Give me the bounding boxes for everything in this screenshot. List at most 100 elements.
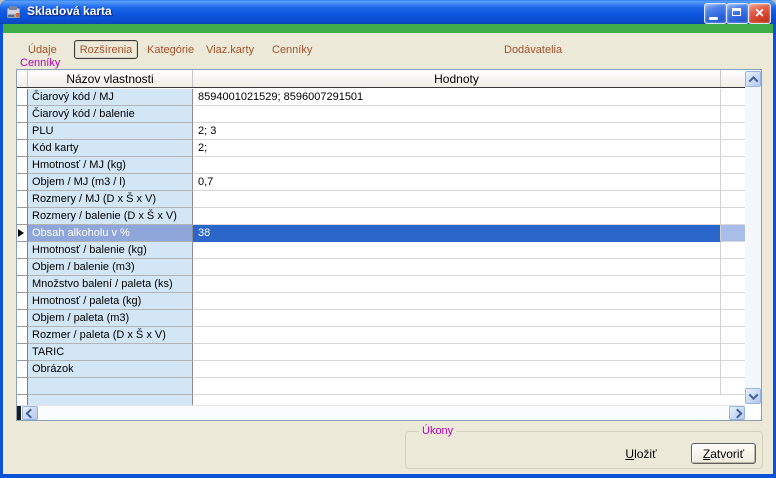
header-property-name[interactable]: Názov vlastnosti [28, 70, 193, 87]
property-name-cell[interactable]: Rozmer / paleta (D x Š x V) [28, 327, 193, 344]
property-name-cell[interactable]: Rozmery / balenie (D x Š x V) [28, 208, 193, 225]
horizontal-scrollbar[interactable] [17, 405, 745, 420]
row-selector-cell[interactable] [17, 242, 28, 259]
table-row[interactable]: TARIC [17, 344, 745, 361]
table-row[interactable]: Kód karty2; [17, 140, 745, 157]
splitter-grip[interactable] [17, 406, 21, 420]
property-name-cell[interactable]: Hmotnosť / paleta (kg) [28, 293, 193, 310]
tab-dodavatelia[interactable]: Dodávatelia [504, 44, 562, 56]
actions-group-label: Úkony [419, 425, 456, 437]
property-name-cell[interactable]: Hmotnosť / MJ (kg) [28, 157, 193, 174]
row-selector-cell[interactable] [17, 208, 28, 225]
property-name-cell[interactable] [28, 378, 193, 395]
row-selector-cell[interactable] [17, 157, 28, 174]
table-row[interactable]: Objem / balenie (m3) [17, 259, 745, 276]
row-selector-cell[interactable] [17, 310, 28, 327]
row-extra-cell [721, 327, 745, 344]
property-name-cell[interactable]: Hmotnosť / balenie (kg) [28, 242, 193, 259]
row-selector-cell[interactable] [17, 378, 28, 395]
close-button[interactable]: ✕ [748, 3, 771, 24]
table-row[interactable]: Čiarový kód / MJ8594001021529; 859600729… [17, 89, 745, 106]
scroll-up-button[interactable] [745, 71, 761, 87]
table-row[interactable]: Objem / MJ (m3 / l)0,7 [17, 174, 745, 191]
table-row[interactable]: Rozmery / balenie (D x Š x V) [17, 208, 745, 225]
row-selector-cell[interactable] [17, 361, 28, 378]
property-value-cell[interactable] [193, 242, 721, 259]
row-selector-cell[interactable] [17, 191, 28, 208]
property-value-cell[interactable]: 2; 3 [193, 123, 721, 140]
title-bar[interactable]: Skladová karta ✕ [0, 0, 776, 24]
row-selector-cell[interactable] [17, 106, 28, 123]
property-name-cell[interactable]: Objem / balenie (m3) [28, 259, 193, 276]
close-dialog-button[interactable]: Zatvoriť [691, 443, 756, 464]
property-name-cell[interactable]: Čiarový kód / MJ [28, 89, 193, 106]
scroll-down-button[interactable] [745, 388, 761, 404]
row-selector-cell[interactable] [17, 293, 28, 310]
save-button[interactable]: Uložiť [612, 445, 670, 463]
property-name-cell[interactable]: Obsah alkoholu v % [28, 225, 193, 242]
scroll-left-button[interactable] [22, 406, 38, 420]
property-name-cell[interactable]: Objem / MJ (m3 / l) [28, 174, 193, 191]
property-name-cell[interactable]: Kód karty [28, 140, 193, 157]
row-selector-cell[interactable] [17, 174, 28, 191]
row-extra-cell [721, 276, 745, 293]
table-row[interactable]: Čiarový kód / balenie [17, 106, 745, 123]
row-selector-cell[interactable] [17, 225, 28, 242]
property-value-cell[interactable] [193, 310, 721, 327]
property-name-cell[interactable]: Obrázok [28, 361, 193, 378]
property-value-cell[interactable]: 8594001021529; 8596007291501 [193, 89, 721, 106]
property-name-cell[interactable]: Objem / paleta (m3) [28, 310, 193, 327]
table-row[interactable] [17, 378, 745, 395]
property-value-cell[interactable] [193, 293, 721, 310]
row-extra-cell [721, 208, 745, 225]
scroll-right-button[interactable] [729, 406, 745, 420]
property-value-cell[interactable] [193, 208, 721, 225]
table-row[interactable]: Obsah alkoholu v %38 [17, 225, 745, 242]
row-selector-cell[interactable] [17, 276, 28, 293]
property-value-cell[interactable] [193, 327, 721, 344]
row-selector-cell[interactable] [17, 327, 28, 344]
property-value-cell[interactable] [193, 106, 721, 123]
table-row[interactable]: Hmotnosť / paleta (kg) [17, 293, 745, 310]
property-value-cell[interactable] [193, 157, 721, 174]
grid-filler-name-column [28, 395, 193, 405]
table-row[interactable]: Množstvo balení / paleta (ks) [17, 276, 745, 293]
table-row[interactable]: PLU2; 3 [17, 123, 745, 140]
minimize-icon [709, 17, 718, 20]
table-row[interactable]: Obrázok [17, 361, 745, 378]
property-name-cell[interactable]: Čiarový kód / balenie [28, 106, 193, 123]
property-value-cell[interactable] [193, 276, 721, 293]
table-row[interactable]: Objem / paleta (m3) [17, 310, 745, 327]
tab-udaje[interactable]: Údaje [28, 44, 57, 56]
header-property-value[interactable]: Hodnoty [193, 70, 721, 87]
table-row[interactable]: Rozmery / MJ (D x Š x V) [17, 191, 745, 208]
row-selector-cell[interactable] [17, 89, 28, 106]
tab-viaz-karty[interactable]: Viaz.karty [206, 44, 254, 56]
property-name-cell[interactable]: Rozmery / MJ (D x Š x V) [28, 191, 193, 208]
row-selector-cell[interactable] [17, 140, 28, 157]
property-name-cell[interactable]: TARIC [28, 344, 193, 361]
tab-kategorie[interactable]: Kategórie [147, 44, 194, 56]
row-selector-cell[interactable] [17, 259, 28, 276]
property-value-cell[interactable] [193, 191, 721, 208]
row-selector-cell[interactable] [17, 344, 28, 361]
property-name-cell[interactable]: Množstvo balení / paleta (ks) [28, 276, 193, 293]
table-row[interactable]: Hmotnosť / balenie (kg) [17, 242, 745, 259]
property-name-cell[interactable]: PLU [28, 123, 193, 140]
property-value-cell[interactable]: 0,7 [193, 174, 721, 191]
tab-rozsirenia[interactable]: Rozšírenia [74, 40, 138, 59]
tab-cenniky[interactable]: Cenníky [272, 44, 312, 56]
property-value-cell[interactable]: 38 [193, 225, 721, 242]
property-value-cell[interactable] [193, 344, 721, 361]
chevron-left-icon [25, 408, 35, 418]
table-row[interactable]: Rozmer / paleta (D x Š x V) [17, 327, 745, 344]
vertical-scrollbar[interactable] [745, 71, 761, 404]
property-value-cell[interactable] [193, 361, 721, 378]
property-value-cell[interactable]: 2; [193, 140, 721, 157]
property-value-cell[interactable] [193, 259, 721, 276]
table-row[interactable]: Hmotnosť / MJ (kg) [17, 157, 745, 174]
minimize-button[interactable] [704, 3, 727, 24]
property-value-cell[interactable] [193, 378, 721, 395]
row-selector-cell[interactable] [17, 123, 28, 140]
maximize-button[interactable] [726, 3, 749, 24]
